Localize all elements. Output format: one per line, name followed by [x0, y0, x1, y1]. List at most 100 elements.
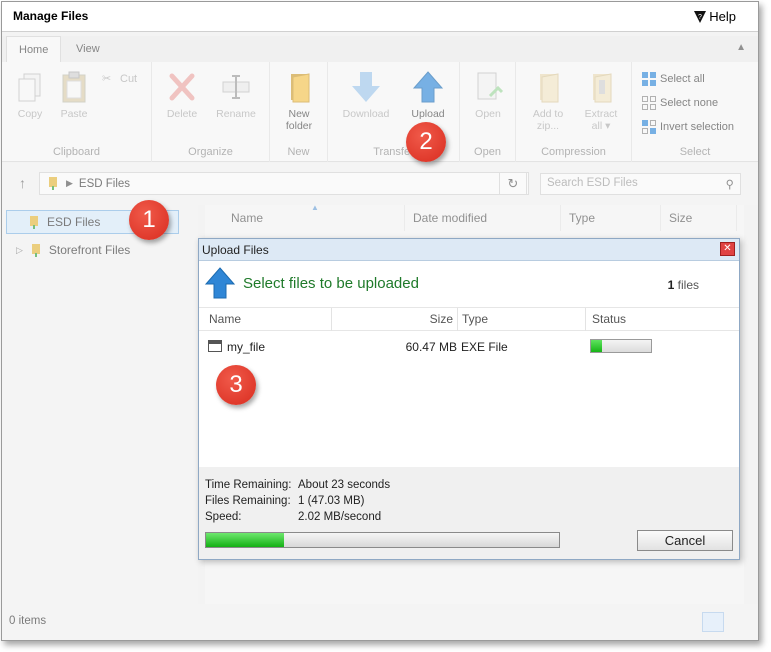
- callout-badge: 1: [129, 200, 169, 240]
- add-to-zip-button[interactable]: Add to zip...: [524, 70, 572, 132]
- file-count: 1 files: [668, 278, 699, 292]
- extract-label-2: all ▾: [591, 120, 611, 132]
- callout-badge: 3: [216, 365, 256, 405]
- close-icon[interactable]: ✕: [720, 242, 735, 256]
- group-new: New folder New: [270, 62, 328, 162]
- rename-icon: [222, 75, 250, 99]
- thumbnail-view-icon[interactable]: [726, 612, 748, 632]
- help-link[interactable]: ? Help: [693, 9, 736, 24]
- up-arrow-icon[interactable]: ↑: [19, 175, 26, 191]
- copy-label: Copy: [17, 108, 43, 120]
- dialog-column-type[interactable]: Type: [458, 308, 586, 331]
- file-progress-fill: [591, 340, 602, 352]
- extract-folder-icon: [593, 73, 612, 103]
- select-none-button[interactable]: Select none: [642, 96, 718, 110]
- invert-selection-icon: [642, 120, 656, 134]
- navigation-pane: ESD Files ▷ Storefront Files: [2, 205, 198, 605]
- upload-file-name: my_file: [227, 340, 266, 354]
- dialog-column-status[interactable]: Status: [586, 308, 739, 331]
- rename-button[interactable]: Rename: [212, 70, 260, 120]
- column-header-date-modified[interactable]: Date modified: [405, 205, 561, 231]
- select-all-icon: [642, 72, 656, 86]
- breadcrumb[interactable]: ▶ ESD Files: [39, 172, 529, 195]
- breadcrumb-current[interactable]: ESD Files: [79, 178, 130, 190]
- download-button[interactable]: Download: [342, 70, 390, 120]
- address-bar: ↑ ▶ ESD Files ↻ Search ESD Files ⚲: [2, 163, 758, 205]
- sort-ascending-icon: ▲: [311, 203, 319, 212]
- search-input[interactable]: Search ESD Files ⚲: [540, 173, 741, 195]
- callout-badge: 2: [406, 122, 446, 162]
- group-compression: Add to zip... Extract all ▾ Compression: [516, 62, 632, 162]
- column-header-type[interactable]: Type: [561, 205, 661, 231]
- copy-icon: [18, 73, 41, 102]
- refresh-icon[interactable]: ↻: [499, 172, 527, 195]
- status-bar: 0 items: [2, 604, 758, 640]
- dialog-heading: Select files to be uploaded: [243, 275, 419, 292]
- search-icon[interactable]: ⚲: [726, 177, 734, 191]
- paste-button[interactable]: Paste: [50, 70, 98, 120]
- cut-button[interactable]: ✂ Cut: [102, 72, 137, 86]
- invert-selection-button[interactable]: Invert selection: [642, 120, 734, 134]
- time-remaining-label: Time Remaining:: [205, 479, 292, 491]
- select-all-button[interactable]: Select all: [642, 72, 705, 86]
- delete-button[interactable]: Delete: [158, 70, 206, 120]
- time-remaining-row: Time Remaining: About 23 seconds: [205, 479, 390, 491]
- copy-button[interactable]: Copy: [6, 70, 54, 120]
- help-label: Help: [709, 9, 736, 24]
- expand-chevron-icon[interactable]: ▷: [16, 245, 23, 256]
- upload-label: Upload: [411, 108, 445, 120]
- upload-file-row[interactable]: my_file 60.47 MB EXE File: [199, 337, 739, 359]
- time-remaining-value: About 23 seconds: [298, 479, 391, 491]
- file-count-value: 1: [667, 278, 675, 292]
- dialog-column-name[interactable]: Name: [199, 308, 332, 331]
- file-count-unit: files: [677, 278, 699, 292]
- overall-progress-bar: [205, 532, 560, 548]
- nav-item-storefront-files[interactable]: ▷ Storefront Files: [16, 238, 130, 262]
- folder-tree-icon: [30, 215, 38, 229]
- speed-label: Speed:: [205, 511, 242, 523]
- add-zip-label-1: Add to: [532, 108, 564, 120]
- exe-file-icon: [208, 340, 222, 352]
- group-label-clipboard: Clipboard: [52, 146, 101, 158]
- group-clipboard: Copy Paste ✂ Cut Clipboard: [2, 62, 152, 162]
- ribbon-collapse-icon[interactable]: ▲: [736, 42, 746, 53]
- select-none-label: Select none: [660, 97, 719, 109]
- open-button[interactable]: Open: [464, 70, 512, 120]
- new-folder-button[interactable]: New folder: [275, 70, 323, 132]
- nav-item-label: ESD Files: [47, 215, 101, 229]
- group-label-organize: Organize: [188, 146, 233, 158]
- group-organize: Delete Rename Organize: [152, 62, 270, 162]
- breadcrumb-chevron-icon: ▶: [66, 178, 73, 188]
- dialog-title: Upload Files: [202, 243, 269, 257]
- column-header-size[interactable]: Size: [661, 205, 737, 231]
- nav-item-label: Storefront Files: [48, 243, 131, 257]
- title-bar: Manage Files ? Help: [2, 2, 758, 32]
- group-open: Open Open: [460, 62, 516, 162]
- upload-button[interactable]: Upload: [404, 70, 452, 120]
- dialog-column-size[interactable]: Size: [332, 308, 458, 331]
- group-label-select: Select: [679, 146, 711, 158]
- dialog-column-headers: Name Size Type Status: [199, 307, 739, 331]
- upload-file-type: EXE File: [461, 340, 508, 354]
- dialog-title-bar: Upload Files ✕: [199, 239, 739, 261]
- tab-home[interactable]: Home: [6, 36, 62, 62]
- upload-file-size: 60.47 MB: [405, 340, 457, 354]
- invert-selection-label: Invert selection: [660, 121, 734, 133]
- search-placeholder: Search ESD Files: [547, 177, 638, 189]
- cancel-button[interactable]: Cancel: [637, 530, 733, 551]
- upload-files-dialog: Upload Files ✕ Select files to be upload…: [198, 238, 740, 560]
- item-count: 0 items: [9, 615, 47, 627]
- ribbon: Copy Paste ✂ Cut Clipboard Delete Rename…: [2, 62, 758, 162]
- download-label: Download: [342, 108, 390, 120]
- new-folder-label-2: folder: [285, 120, 313, 132]
- download-arrow-icon: [352, 72, 380, 102]
- files-remaining-label: Files Remaining:: [205, 495, 291, 507]
- select-none-icon: [642, 96, 656, 110]
- tab-view[interactable]: View: [64, 36, 112, 62]
- open-file-icon: [477, 72, 504, 100]
- extract-all-button[interactable]: Extract all ▾: [577, 70, 625, 132]
- details-view-icon[interactable]: [702, 612, 724, 632]
- folder-tree-icon: [49, 177, 57, 190]
- group-label-open: Open: [474, 146, 501, 158]
- speed-value: 2.02 MB/second: [298, 511, 382, 523]
